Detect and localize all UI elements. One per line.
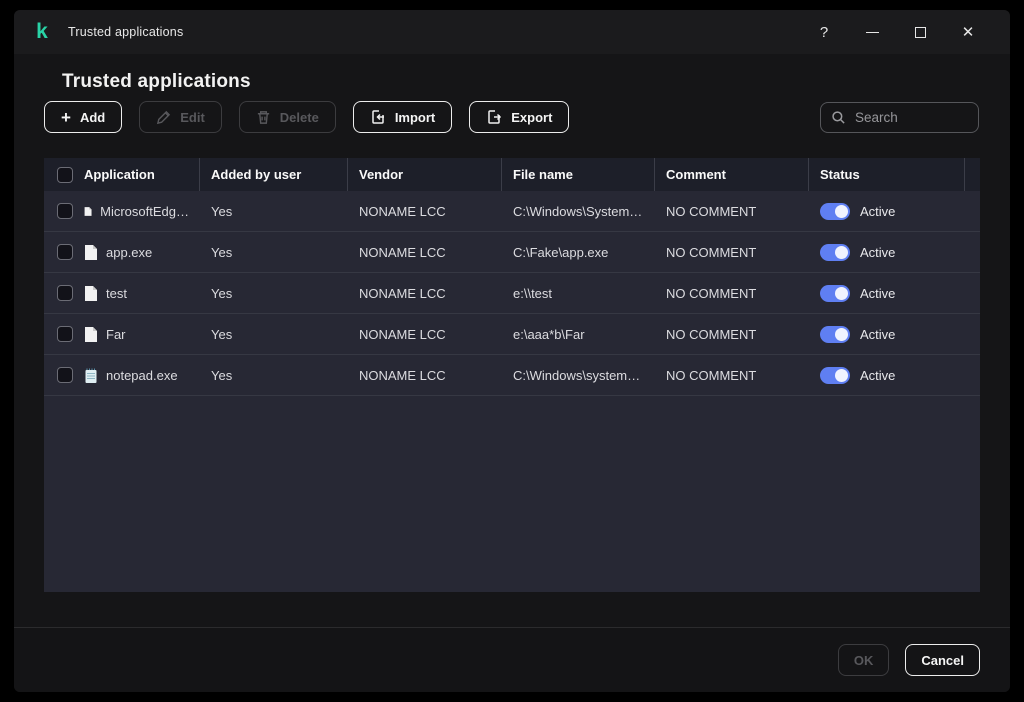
title-bar: k Trusted applications ? ✕ [14, 10, 1010, 54]
file-icon [84, 206, 92, 216]
status-toggle[interactable] [820, 325, 850, 343]
column-header-vendor[interactable]: Vendor [348, 158, 502, 191]
table-row[interactable]: notepad.exe Yes NONAME LCC C:\Windows\sy… [44, 355, 980, 396]
footer: OK Cancel [14, 627, 1010, 692]
status-label: Active [860, 326, 896, 342]
column-header-added-by-user[interactable]: Added by user [200, 158, 348, 191]
notepad-icon [85, 368, 97, 383]
status-label: Active [860, 367, 896, 383]
table-row[interactable]: MicrosoftEdg… Yes NONAME LCC C:\Windows\… [44, 191, 980, 232]
status-label: Active [860, 244, 896, 260]
column-header-extra [965, 158, 987, 191]
table-row[interactable]: app.exe Yes NONAME LCC C:\Fake\app.exe N… [44, 232, 980, 273]
column-header-status[interactable]: Status [809, 158, 965, 191]
table-header-row: Application Added by user Vendor File na… [44, 158, 980, 191]
status-label: Active [860, 285, 896, 301]
import-button[interactable]: Import [352, 101, 453, 133]
window-title: Trusted applications [68, 25, 184, 39]
select-all-checkbox[interactable] [57, 166, 73, 183]
delete-button[interactable]: Delete [238, 101, 336, 133]
help-icon: ? [819, 23, 829, 41]
status-label: Active [860, 203, 896, 219]
trash-icon [257, 110, 269, 124]
status-toggle[interactable] [820, 366, 850, 384]
close-icon: ✕ [961, 24, 975, 41]
cancel-button[interactable]: Cancel [905, 644, 980, 676]
maximize-icon [914, 26, 926, 38]
export-button[interactable]: Export [469, 101, 570, 133]
search-box [820, 102, 979, 133]
row-checkbox[interactable] [57, 203, 73, 219]
toolbar: + Add Edit Delete Import Export [44, 101, 570, 133]
maximize-button[interactable] [896, 10, 944, 54]
column-header-comment[interactable]: Comment [655, 158, 809, 191]
minimize-button[interactable] [848, 10, 896, 54]
table-row[interactable]: test Yes NONAME LCC e:\\test NO COMMENT … [44, 273, 980, 314]
close-button[interactable]: ✕ [944, 10, 992, 54]
plus-icon: + [61, 107, 71, 127]
column-header-file-name[interactable]: File name [502, 158, 655, 191]
row-checkbox[interactable] [57, 244, 73, 260]
add-button[interactable]: + Add [44, 101, 123, 133]
row-checkbox[interactable] [57, 326, 73, 342]
ok-button[interactable]: OK [837, 644, 890, 676]
table-row[interactable]: Far Yes NONAME LCC e:\aaa*b\Far NO COMME… [44, 314, 980, 355]
import-icon [372, 110, 384, 124]
status-toggle[interactable] [820, 202, 850, 220]
edit-button[interactable]: Edit [139, 101, 222, 133]
dialog-window: k Trusted applications ? ✕ Trusted appli… [14, 10, 1010, 692]
status-toggle[interactable] [820, 284, 850, 302]
file-icon [85, 326, 97, 342]
pencil-icon [157, 110, 171, 124]
column-header-application[interactable]: Application [84, 167, 155, 182]
minimize-icon [865, 31, 879, 33]
applications-table: Application Added by user Vendor File na… [44, 158, 980, 592]
search-input[interactable] [855, 110, 968, 125]
export-icon [488, 110, 502, 124]
search-icon [832, 111, 845, 124]
help-button[interactable]: ? [800, 10, 848, 54]
file-icon [85, 285, 97, 301]
file-icon [85, 244, 97, 260]
page-title: Trusted applications [62, 71, 251, 92]
status-toggle[interactable] [820, 243, 850, 261]
row-checkbox[interactable] [57, 285, 73, 301]
row-checkbox[interactable] [57, 367, 73, 383]
kaspersky-logo-icon: k [36, 20, 48, 43]
